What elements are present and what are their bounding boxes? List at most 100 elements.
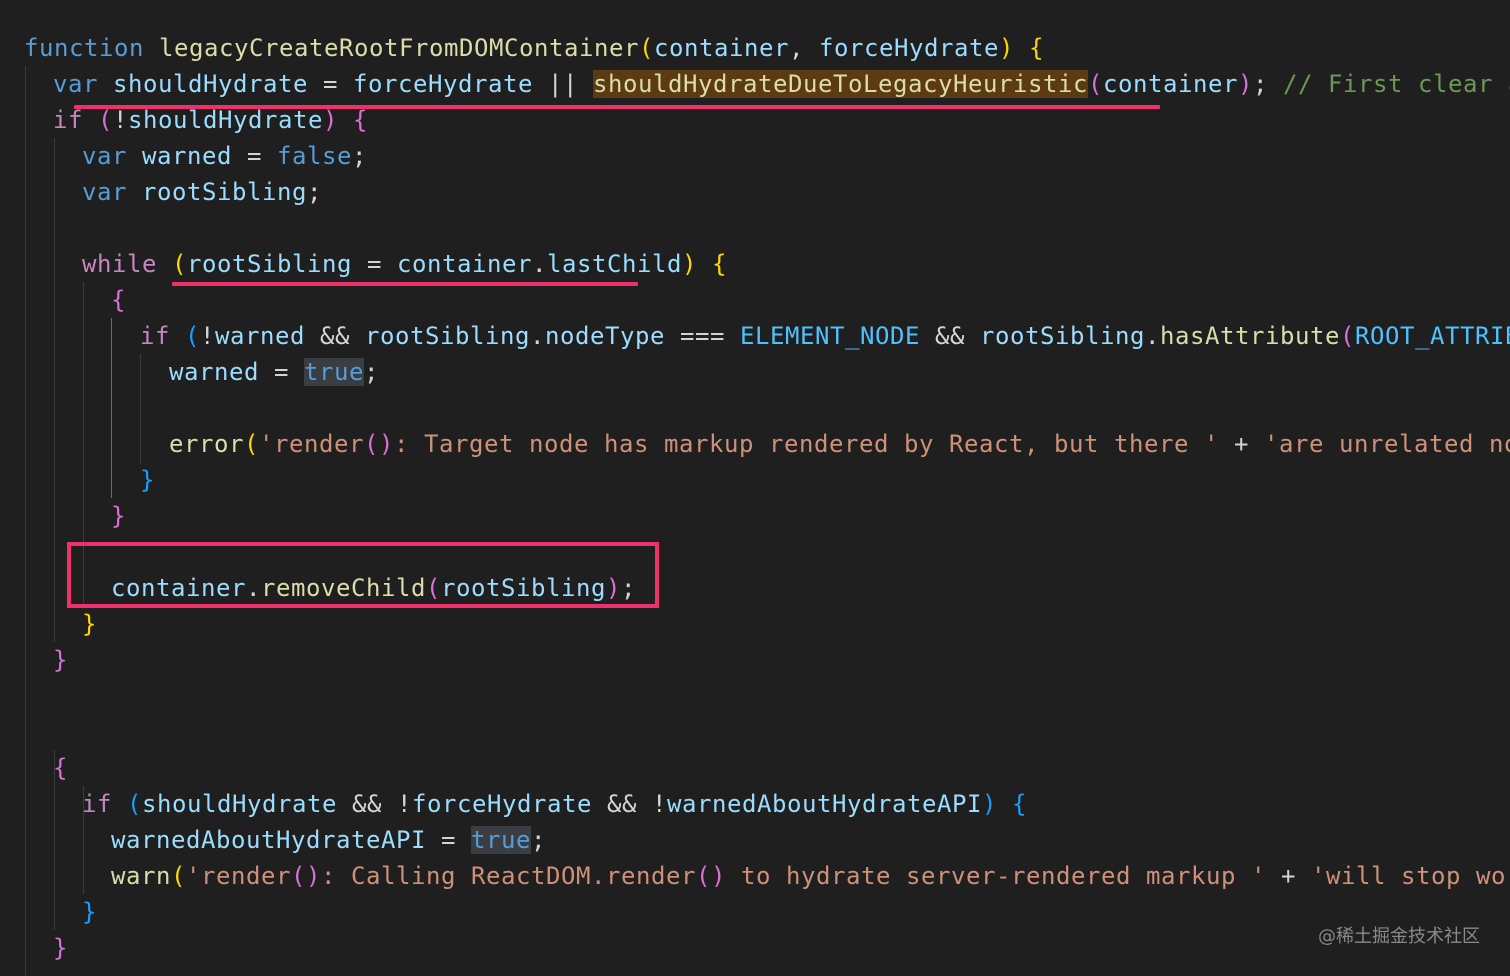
code-line[interactable]: if (!warned && rootSibling.nodeType === … (140, 318, 1510, 354)
code-token: ; (307, 178, 322, 206)
code-token: ) (1237, 70, 1253, 98)
code-token: container (397, 250, 532, 278)
code-token: lastChild (547, 250, 682, 278)
code-token: ! (113, 106, 128, 134)
code-token: { (53, 754, 68, 782)
code-token: ) (981, 790, 997, 818)
code-line[interactable]: warn('render(): Calling ReactDOM.render(… (111, 858, 1510, 894)
code-token: { (1028, 34, 1044, 62)
code-token: rootSibling (980, 322, 1145, 350)
code-token: rootSibling (187, 250, 352, 278)
code-line[interactable]: var warned = false; (82, 138, 367, 174)
code-token: . (1145, 322, 1160, 350)
code-token: } (53, 934, 68, 962)
code-token: () (364, 430, 394, 458)
code-token: ; (1252, 70, 1283, 98)
annotation-underline-should-hydrate (74, 105, 1160, 109)
code-token: } (82, 610, 97, 638)
code-token: { (1011, 790, 1027, 818)
code-token: error (169, 430, 244, 458)
code-token: function (24, 34, 144, 62)
code-token: ! (200, 322, 215, 350)
code-line[interactable]: } (140, 462, 155, 498)
code-token: ; (530, 826, 546, 854)
code-token: ( (1087, 70, 1103, 98)
code-token: === (665, 322, 740, 350)
code-token: ( (1340, 322, 1355, 350)
code-token: warned (142, 142, 232, 170)
code-token: = (232, 142, 277, 170)
code-token: to hydrate server-rendered markup ' (725, 862, 1266, 890)
code-token: . (530, 322, 545, 350)
code-token: if (53, 106, 83, 134)
code-token: } (82, 898, 97, 926)
code-token: = (425, 826, 471, 854)
code-line[interactable]: warnedAboutHydrateAPI = true; (111, 822, 546, 858)
code-token: () (695, 862, 726, 890)
code-token: 'render (186, 862, 291, 890)
code-token: } (53, 646, 68, 674)
code-line[interactable]: } (53, 930, 68, 966)
code-token: forceHydrate (353, 70, 533, 98)
code-line[interactable]: { (111, 282, 126, 318)
code-line[interactable]: var shouldHydrate = forceHydrate || shou… (53, 66, 1510, 102)
code-token: , (788, 34, 819, 62)
code-token: + (1265, 862, 1311, 890)
code-editor[interactable]: function legacyCreateRootFromDOMContaine… (0, 0, 1510, 976)
code-token: ( (171, 862, 186, 890)
code-line[interactable]: } (111, 498, 126, 534)
code-token: ( (638, 34, 654, 62)
code-token: = (259, 358, 304, 386)
code-token: true (304, 358, 364, 386)
code-token: if (82, 790, 112, 818)
code-token: ; (364, 358, 379, 386)
code-token: 'are unrelated nodes (1263, 430, 1510, 458)
code-token: shouldHydrateDueToLegacyHeuristic (593, 70, 1088, 98)
code-line[interactable]: while (rootSibling = container.lastChild… (82, 246, 727, 282)
code-line[interactable]: } (82, 894, 97, 930)
code-line[interactable]: if (shouldHydrate && !forceHydrate && !w… (82, 786, 1027, 822)
code-token: ) (682, 250, 697, 278)
code-token: if (140, 322, 170, 350)
code-token: ( (127, 790, 142, 818)
code-token: . (532, 250, 547, 278)
code-line[interactable]: } (53, 642, 68, 678)
code-token: { (111, 286, 126, 314)
code-token: ( (172, 250, 187, 278)
code-token: warnedAboutHydrateAPI (111, 826, 426, 854)
code-token: || (533, 70, 593, 98)
code-token: forceHydrate (412, 790, 592, 818)
code-token: shouldHydrate (142, 790, 337, 818)
code-line[interactable]: var rootSibling; (82, 174, 322, 210)
code-token: 'render (259, 430, 364, 458)
code-token: { (353, 106, 368, 134)
code-token: + (1218, 430, 1264, 458)
code-token: legacyCreateRootFromDOMContainer (159, 34, 639, 62)
code-token: forceHydrate (818, 34, 999, 62)
code-line[interactable]: error('render(): Target node has markup … (169, 426, 1510, 462)
code-token: ! (652, 790, 667, 818)
code-token: && (920, 322, 980, 350)
code-token: ) (998, 34, 1014, 62)
code-line[interactable]: warned = true; (169, 354, 379, 390)
code-token: = (308, 70, 353, 98)
code-line[interactable]: } (82, 606, 97, 642)
code-token: && (592, 790, 652, 818)
code-token: && (337, 790, 397, 818)
code-token: warned (215, 322, 305, 350)
code-line[interactable]: { (53, 750, 68, 786)
code-token: warn (111, 862, 171, 890)
annotation-underline-while-condition (172, 282, 638, 286)
code-token: var (53, 70, 98, 98)
code-line[interactable]: function legacyCreateRootFromDOMContaine… (24, 30, 1044, 66)
code-token: ( (244, 430, 259, 458)
